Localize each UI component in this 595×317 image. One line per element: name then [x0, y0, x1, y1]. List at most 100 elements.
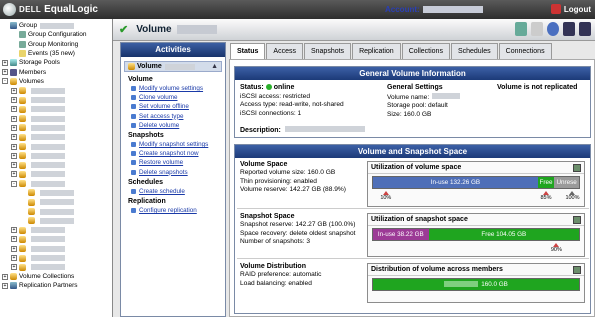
tree-item[interactable]	[0, 207, 112, 216]
tree-item[interactable]: +	[0, 114, 112, 123]
expand-icon[interactable]: +	[2, 59, 8, 66]
activity-icon	[131, 113, 136, 119]
activity-link[interactable]: Set volume offline	[128, 102, 225, 111]
vol-icon	[28, 208, 35, 216]
activity-link[interactable]: Delete volume	[128, 121, 225, 130]
tree-item[interactable]	[0, 216, 112, 225]
toolbar	[515, 22, 591, 36]
logout-icon	[550, 4, 561, 14]
volume-name-redacted	[176, 25, 217, 34]
tree-item[interactable]: +	[0, 95, 112, 104]
expand-icon[interactable]: +	[11, 171, 17, 178]
group-tree[interactable]: Group Group Configuration Group Monitoring…	[0, 19, 113, 317]
expand-icon[interactable]: +	[2, 69, 8, 76]
tree-item[interactable]: +	[0, 170, 112, 179]
tree-item[interactable]: +	[0, 86, 112, 95]
collapse-icon[interactable]: ▲	[211, 63, 218, 70]
expand-icon[interactable]: +	[11, 134, 17, 141]
collapse-icon[interactable]: -	[11, 180, 17, 187]
expand-icon[interactable]: +	[11, 152, 17, 159]
grp-icon	[10, 22, 17, 30]
tree-item[interactable]: Group Monitoring	[0, 40, 112, 49]
tree-item[interactable]: +	[0, 105, 112, 114]
expand-icon[interactable]: +	[11, 115, 17, 122]
activity-link[interactable]: Delete snapshots	[128, 168, 225, 177]
activity-link[interactable]: Restore volume	[128, 158, 225, 167]
tab-replication[interactable]: Replication	[352, 43, 401, 59]
expand-icon[interactable]: +	[11, 264, 17, 271]
expand-icon[interactable]: +	[11, 87, 17, 94]
tree-item[interactable]: +	[0, 123, 112, 132]
save-icon[interactable]	[515, 22, 527, 36]
main-area: ✔ Volume Activities Volume ▲ Volume Modif…	[113, 19, 595, 317]
expand-icon[interactable]: +	[2, 273, 8, 280]
activity-section: Schedules Create schedule	[121, 179, 225, 196]
logout-button[interactable]: Logout	[550, 4, 591, 14]
redacted-name	[31, 264, 65, 271]
tree-item[interactable]: - Volumes	[0, 77, 112, 86]
tree-item[interactable]: +	[0, 160, 112, 169]
tree-item[interactable]: Group Configuration	[0, 30, 112, 39]
tree-item[interactable]: +	[0, 133, 112, 142]
activity-link[interactable]: Create schedule	[128, 187, 225, 196]
tree-item[interactable]: Events (35 new)	[0, 49, 112, 58]
expand-icon[interactable]: +	[2, 282, 8, 289]
tab-snapshots[interactable]: Snapshots	[303, 43, 352, 59]
back-icon[interactable]	[563, 22, 575, 36]
expand-icon[interactable]	[573, 266, 581, 274]
expand-icon[interactable]: +	[11, 124, 17, 131]
online-status-icon	[265, 84, 272, 91]
tree-item[interactable]: +	[0, 235, 112, 244]
general-volume-info: General Volume Information Status: online…	[234, 66, 591, 138]
tab-status[interactable]: Status	[230, 43, 266, 59]
expand-icon[interactable]: +	[11, 236, 17, 243]
expand-icon[interactable]	[573, 216, 581, 224]
tab-schedules[interactable]: Schedules	[450, 43, 498, 59]
tree-item[interactable]: +	[0, 226, 112, 235]
tree-item[interactable]: + Replication Partners	[0, 281, 112, 290]
expand-icon[interactable]: +	[11, 245, 17, 252]
tab-access[interactable]: Access	[266, 43, 303, 59]
expand-icon[interactable]: +	[11, 143, 17, 150]
tree-item[interactable]: +	[0, 263, 112, 272]
tree-item-label: Events (35 new)	[28, 50, 75, 58]
tree-item[interactable]: -	[0, 179, 112, 188]
tree-item[interactable]: + Storage Pools	[0, 58, 112, 67]
tree-item[interactable]	[0, 198, 112, 207]
vol-icon	[19, 245, 26, 253]
activity-link[interactable]: Clone volume	[128, 93, 225, 102]
tree-item[interactable]: +	[0, 142, 112, 151]
activity-link[interactable]: Configure replication	[128, 206, 225, 215]
tree-item[interactable]: + Members	[0, 67, 112, 76]
logo: DELL EqualLogic	[3, 3, 98, 16]
tree-item[interactable]: Group	[0, 21, 112, 30]
discard-icon[interactable]	[531, 22, 543, 36]
tab-connections[interactable]: Connections	[498, 43, 552, 59]
expand-icon[interactable]: +	[11, 162, 17, 169]
info-line: Space recovery: delete oldest snapshot	[240, 229, 356, 237]
tree-item[interactable]: +	[0, 253, 112, 262]
activity-link[interactable]: Set access type	[128, 112, 225, 121]
activity-icon	[131, 142, 136, 148]
activity-link[interactable]: Modify volume settings	[128, 84, 225, 93]
tab-collections[interactable]: Collections	[401, 43, 450, 59]
expand-icon[interactable]: +	[11, 255, 17, 262]
tree-item[interactable]: +	[0, 151, 112, 160]
expand-icon[interactable]	[573, 164, 581, 172]
expand-icon[interactable]: +	[11, 97, 17, 104]
tree-item[interactable]: +	[0, 244, 112, 253]
expand-icon[interactable]: +	[11, 106, 17, 113]
refresh-icon[interactable]	[547, 22, 559, 36]
volume-utilization-bar: In-use 132.26 GB Free Unrese	[372, 176, 580, 189]
tree-item[interactable]	[0, 188, 112, 197]
activity-link[interactable]: Create snapshot now	[128, 149, 225, 158]
collapse-icon[interactable]: -	[2, 78, 8, 85]
cfg-icon	[19, 40, 26, 48]
activity-link[interactable]: Modify snapshot settings	[128, 140, 225, 149]
activities-selected-volume[interactable]: Volume ▲	[124, 61, 222, 72]
expand-icon[interactable]: +	[11, 227, 17, 234]
redacted-name	[31, 152, 65, 159]
snapshot-utilization-widget: Utilization of snapshot space In-use 38.…	[367, 213, 585, 257]
forward-icon[interactable]	[579, 22, 591, 36]
tree-item[interactable]: + Volume Collections	[0, 272, 112, 281]
